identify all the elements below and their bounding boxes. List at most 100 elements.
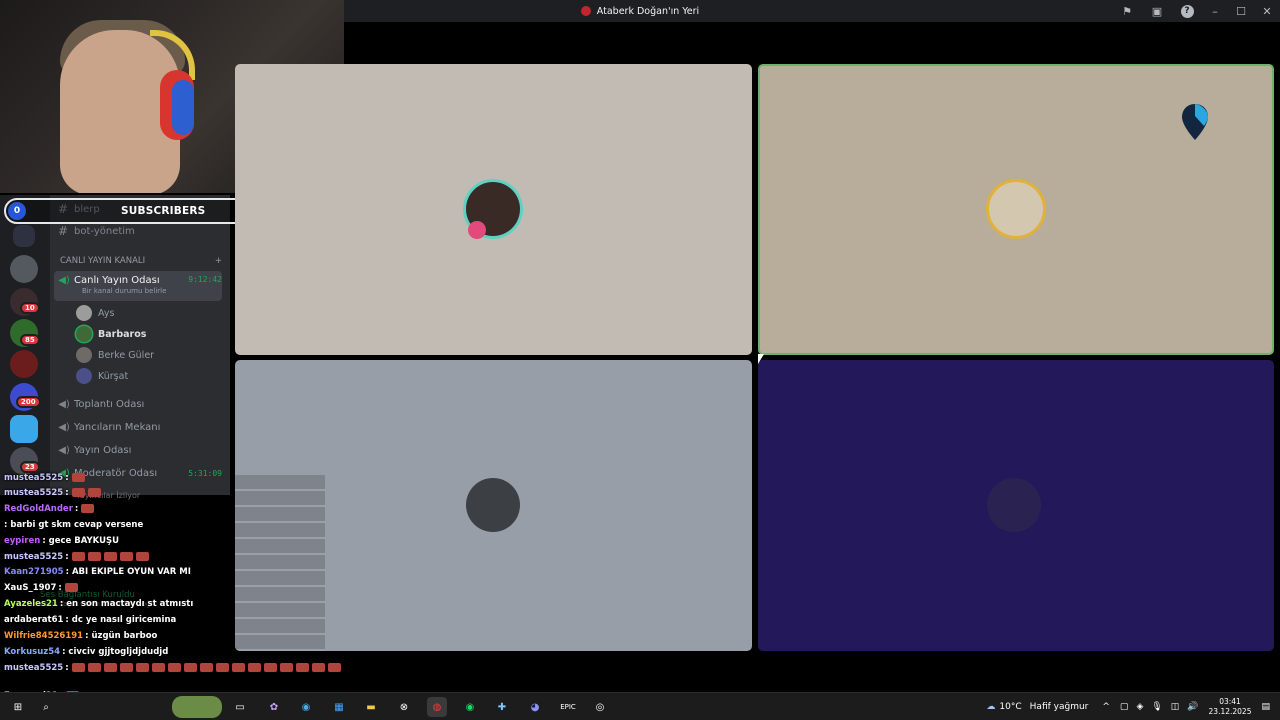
speaker-icon: ◀) (58, 444, 70, 456)
server-badge: 200 (16, 396, 41, 408)
headphones-cushion (172, 80, 194, 135)
avatar (76, 347, 92, 363)
volume-icon[interactable]: 🔊 (1187, 702, 1198, 712)
mic-icon[interactable]: 🎙 (1151, 702, 1162, 712)
chat-username[interactable]: XauS_1907 (4, 583, 56, 593)
chat-message: ardaberat61: dc ye nasıl giricemina (4, 614, 176, 626)
xbox-icon[interactable]: ⊗ (394, 697, 414, 717)
add-channel-icon[interactable]: + (215, 256, 222, 266)
emote-icon (87, 663, 101, 672)
emote-icon (71, 488, 85, 497)
emote-icon (199, 663, 213, 672)
chat-username[interactable]: eypiren (4, 536, 40, 546)
network-icon[interactable]: ◫ (1171, 702, 1180, 712)
chat-username[interactable]: RedGoldAnder (4, 504, 73, 514)
chat-text: barbi gt skm cevap versene (10, 520, 144, 530)
chat-username[interactable]: Ayazeles21 (4, 599, 58, 609)
chat-username[interactable]: ardaberat61 (4, 615, 63, 625)
emote-icon (119, 552, 133, 561)
server-icon[interactable] (10, 255, 38, 283)
widget-icon[interactable] (172, 696, 222, 718)
chat-username[interactable]: mustea5525 (4, 552, 63, 562)
store-icon[interactable]: ▦ (329, 697, 349, 717)
voice-member[interactable]: Berke Güler (76, 345, 154, 365)
voice-member[interactable]: Kürşat (76, 366, 128, 386)
chat-username[interactable]: mustea5525 (4, 488, 63, 498)
chat-separator: : (58, 583, 65, 593)
channel-category[interactable]: CANLI YAYIN KANALI + (60, 256, 222, 266)
spotify-icon[interactable]: ◉ (460, 697, 480, 717)
screen-icon[interactable]: ▣ (1142, 0, 1172, 22)
clock-time: 03:41 (1219, 697, 1241, 706)
clock[interactable]: 03:41 23.12.2025 (1209, 697, 1252, 717)
speaker-icon: ◀) (58, 398, 70, 410)
voice-channel[interactable]: ◀) Yancıların Mekanı (54, 416, 222, 438)
avatar (76, 368, 92, 384)
close-button[interactable]: ✕ (1254, 0, 1280, 22)
emote-icon (103, 663, 117, 672)
text-channel[interactable]: # bot-yönetim (58, 221, 222, 241)
emote-icon (87, 552, 101, 561)
weather-temp[interactable]: 10°C (999, 702, 1021, 712)
chat-username[interactable]: Wilfrie84526191 (4, 631, 83, 641)
stream-chat: mustea5525: mustea5525: RedGoldAnder: : … (0, 470, 341, 720)
avatar (466, 478, 520, 532)
weather-icon[interactable]: ☁ (986, 702, 995, 712)
emote-icon (327, 663, 341, 672)
chat-text: üzgün barboo (91, 631, 158, 641)
inbox-icon[interactable]: ⚑ (1112, 0, 1142, 22)
search-icon[interactable]: ⌕ (36, 697, 56, 717)
video-tile[interactable] (758, 360, 1274, 651)
server-badge: 85 (20, 334, 40, 346)
start-icon[interactable]: ⊞ (8, 697, 28, 717)
chat-text: en son mactaydı st atmıstı (66, 599, 194, 609)
avatar (989, 182, 1043, 236)
chevron-up-icon[interactable]: ^ (1102, 702, 1110, 712)
tray-icon[interactable]: ▢ (1120, 702, 1129, 712)
video-tile-speaking[interactable] (758, 64, 1274, 355)
tray-icon[interactable]: ◈ (1136, 702, 1143, 712)
server-icon[interactable] (10, 350, 38, 378)
maximize-button[interactable]: ☐ (1228, 0, 1254, 22)
channel-status[interactable]: Bir kanal durumu belirle (82, 287, 166, 295)
emote-icon (215, 663, 229, 672)
weather-text[interactable]: Hafif yağmur (1030, 702, 1089, 712)
server-icon[interactable] (13, 225, 35, 247)
chat-message: Wilfrie84526191: üzgün barboo (4, 630, 157, 642)
window-title-text: Ataberk Doğan'ın Yeri (596, 5, 700, 17)
member-name: Kürşat (98, 370, 129, 382)
chat-message: : barbi gt skm cevap versene (4, 519, 143, 531)
emote-icon (167, 663, 181, 672)
notification-icon[interactable]: ▤ (1261, 702, 1270, 712)
video-tile[interactable] (235, 64, 752, 355)
task-view-icon[interactable]: ▭ (230, 697, 250, 717)
obs-icon[interactable]: ◎ (590, 697, 610, 717)
chat-username[interactable]: mustea5525 (4, 473, 63, 483)
help-icon[interactable]: ? (1172, 0, 1202, 22)
voice-channel-active[interactable]: ◀) Canlı Yayın Odası 9:12:42 Bir kanal d… (54, 271, 222, 301)
voice-member[interactable]: Barbaros (76, 324, 146, 344)
emote-icon (151, 663, 165, 672)
minimize-button[interactable]: – (1202, 0, 1228, 22)
chat-message: mustea5525: (4, 551, 152, 563)
chat-message: XauS_1907: (4, 582, 81, 594)
subscriber-label: SUBSCRIBERS (121, 205, 206, 217)
chat-message: Kaan271905: ABI EKIPLE OYUN VAR MI (4, 566, 191, 578)
voice-channel[interactable]: ◀) Yayın Odası (54, 439, 222, 461)
copilot-icon[interactable]: ✿ (264, 697, 284, 717)
chat-username[interactable]: Kaan271905 (4, 567, 64, 577)
app-icon[interactable]: ✚ (492, 697, 512, 717)
chrome-icon[interactable]: ◍ (427, 697, 447, 717)
emote-icon (231, 663, 245, 672)
folder-icon[interactable]: ▬ (361, 697, 381, 717)
chat-username[interactable]: mustea5525 (4, 663, 63, 673)
edge-icon[interactable]: ◉ (296, 697, 316, 717)
voice-channel[interactable]: ◀) Toplantı Odası (54, 393, 222, 415)
voice-member[interactable]: Ays (76, 303, 114, 323)
server-icon[interactable] (10, 415, 38, 443)
epic-games-icon[interactable]: EPIC (558, 697, 578, 717)
avatar (987, 478, 1041, 532)
chat-username[interactable]: Korkusuz54 (4, 647, 60, 657)
emote-icon (71, 473, 85, 482)
discord-icon[interactable]: ◕ (525, 697, 545, 717)
